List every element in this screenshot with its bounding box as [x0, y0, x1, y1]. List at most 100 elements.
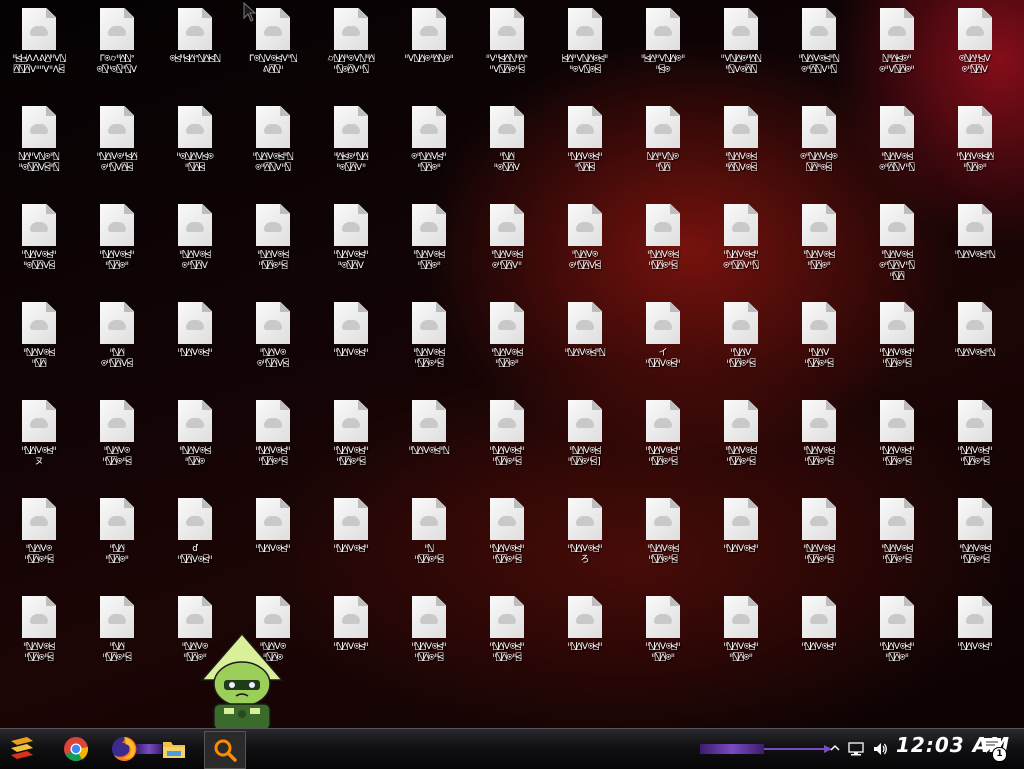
desktop-file-item[interactable]: ᐦ⍂⍓ᐯ⍟⍃ᐦ ᐦ⍂⍓⍟ᐦ: [624, 588, 702, 680]
desktop-file-item[interactable]: ᐦ⍂⍓ᐯ⍟ ⍟ᐦ⍂⍓ᐯ⍃: [546, 196, 624, 288]
desktop-file-item[interactable]: ᐦ⍂⍓ᐯ⍟⍃ᐦ ᐦ⍂⍓⍟ᐦ⍃: [234, 392, 312, 484]
desktop-file-item[interactable]: ᐦ⍂⍓ᐯ⍟⍃ ᐦ⍂⍓⍟ᐦ⍃: [0, 588, 78, 680]
desktop-file-item[interactable]: ᐦ⍂⍓ᐯ⍟⍃ ⍟ᐦ⍂⍓ᐯᐦ: [468, 196, 546, 288]
desktop-file-item[interactable]: ᐦ⍂⍓ᐯ⍟⍃ᐦ ᐦ⍂⍓⍟ᐦ⍃: [624, 392, 702, 484]
desktop-file-item[interactable]: ᐦ⍂⍓ᐯ⍟⍃ᐦ⍂: [936, 196, 1014, 288]
desktop-file-item[interactable]: ᐦ⍂⍓ᐯ⍟⍃ᐦ ⍟ᐦ⍂⍓ᐯᐦ⍂: [702, 196, 780, 288]
desktop-file-item[interactable]: ᐦ⍂⍓ᐯ⍟⍃ ⍟ᐦ⍓⍂ᐯᐦ⍂: [858, 98, 936, 190]
desktop-file-item[interactable]: ᐦ⍟⍂⍓ᐯ⍃⍟ ᐦ⍂⍓⍃: [156, 98, 234, 190]
desktop-file-item[interactable]: ᐦ⍂⍓ᐯ⍟⍃ᐦ ᐦ⍂⍓⍟ᐦ⍃: [936, 392, 1014, 484]
desktop-file-item[interactable]: ᐦ⍂⍓ᐯ⍟⍃ᐦ ᐦ⍂⍓⍟ᐦ⍃: [468, 588, 546, 680]
chrome-button[interactable]: [60, 733, 92, 765]
desktop-file-item[interactable]: ᐦ⍂⍓ᐯ⍟⍃ᐦ⍂ ⍟ᐦ⍓⍂ᐯᐦ⍂: [780, 0, 858, 92]
desktop-file-item[interactable]: ᐦ⍂⍓ ᐦ⍂⍓⍟ᐦ: [78, 490, 156, 582]
desktop-file-item[interactable]: ᐦ⍂⍓ᐯ⍟⍃ ᐦ⍂⍓⍟ᐦ⍃: [702, 392, 780, 484]
document-fold-corner: [982, 8, 992, 18]
desktop-file-item[interactable]: ᐦ⍂⍓ᐯ⍟⍃ᐦ: [702, 490, 780, 582]
desktop-file-item[interactable]: ᐦ⍂⍓ᐯ⍟⍃ᐦ ᐦ⍟⍂⍓ᐯ⍃: [0, 196, 78, 288]
desktop-file-item[interactable]: ᐦ⍂⍓ᐯ ᐦ⍂⍓⍟ᐦ⍃: [780, 294, 858, 386]
desktop-file-item[interactable]: ᐦ⍂⍓ᐯ⍟⍃ᐦ ᐦ⍟⍂⍓ᐯ: [312, 196, 390, 288]
desktop-file-item[interactable]: ᐦᐯ⍂⍓⍟ᐦ⍓⍂⍟ᐦ: [390, 0, 468, 92]
desktop-file-item[interactable]: ᐦ⍂⍓ᐯ⍟⍃⍓ ᐦ⍂⍓⍟ᐦ: [936, 98, 1014, 190]
desktop-file-item[interactable]: ᐦ⍂⍓ ᐦ⍂⍓⍟ᐦ⍃: [78, 588, 156, 680]
desktop-file-item[interactable]: ᐦ⍓⍃⍟ᐦ⍂⍓ ᐦ⍟⍂⍓ᐯᐦ: [312, 98, 390, 190]
desktop-file-item[interactable]: ᐦ⍂⍓ᐯ⍟⍃ᐦ ᐦ⍂⍓⍟ᐦ⍃: [312, 392, 390, 484]
desktop-file-item[interactable]: ᐦ⍂⍓ᐯ⍟⍃ᐦ ᐦ⍂⍓⍟ᐦ⍃: [390, 588, 468, 680]
desktop-file-item[interactable]: ᐦ⍂⍓ᐯ⍟⍃ᐦ ᐦ⍂⍓⍟ᐦ⍃: [468, 490, 546, 582]
desktop-file-item[interactable]: ᐦ⍂⍓ᐯ⍟⍃ᐦ ヌ: [0, 392, 78, 484]
desktop-file-item[interactable]: ᐦ⍂ ᐦ⍂⍓⍟ᐦ⍃: [390, 490, 468, 582]
desktop-file-item[interactable]: ᐦ⍃⍓ᐦᐯ⍂⍓⍟ᐦ ᐦ⍃⍟: [624, 0, 702, 92]
desktop-file-item[interactable]: ᐦ⍂⍓ᐯ⍟⍃ ᐦ⍂⍓⍟ᐦ: [780, 196, 858, 288]
network-icon[interactable]: [848, 741, 864, 757]
desktop-file-item[interactable]: ᐦ⍂⍓ᐯ⍟⍃ ᐦ⍂⍓⍟ᐦ⍃: [780, 490, 858, 582]
desktop-file-item[interactable]: ᐦ⍂⍓ᐯ⍟⍃ᐦ: [312, 294, 390, 386]
desktop-file-item[interactable]: ⍂⍓ᐦᐯ⍂⍟ ᐦ⍂⍓: [624, 98, 702, 190]
file-explorer-button[interactable]: [158, 733, 190, 765]
desktop-file-item[interactable]: ᒥ⍟⌭ᐦ⍓⍂ᐤ ⍟⍂ᐦ⍟⍂ᐦ⍂ᐯ: [78, 0, 156, 92]
desktop-file-item[interactable]: ⍟ᐦ⍂⍓ᐯ⍃ᐦ ᐦ⍂⍓⍟ᐦ: [390, 98, 468, 190]
desktop-file-item[interactable]: ᐦ⍂⍓ ᐦ⍟⍂⍓ᐯ: [468, 98, 546, 190]
desktop-file-item[interactable]: ᐦ⍂⍓ᐯ⍟⍃ᐦ ᐦ⍂⍓⍟ᐦ⍃: [858, 294, 936, 386]
desktop-file-item[interactable]: ᐦ⍂⍓ᐯ⍟⍃ᐦ ろ: [546, 490, 624, 582]
desktop-file-item[interactable]: ᐦ⍂⍓ᐯ⍟⍃ᐦ⍂: [390, 392, 468, 484]
desktop-file-item[interactable]: ᐦ⍂⍓ᐯ ᐦ⍂⍓⍟ᐦ⍃: [702, 294, 780, 386]
desktop-file-item[interactable]: ⍟⍂⍓ᐦ⍃ᐯ ⍟ᐦ⍂⍓ᐯ: [936, 0, 1014, 92]
desktop-file-item[interactable]: ᐦ⍂⍓ᐯ⍟⍃ᐦ: [234, 490, 312, 582]
desktop-file-item[interactable]: ᐦᐯ⍂⍓⍟ᐦ⍓⍂ ᐦ⍂ᐯ⍟⍓⍂: [702, 0, 780, 92]
desktop-file-item[interactable]: ď ᐦ⍂⍓ᐯ⍟⍃ᐦ: [156, 490, 234, 582]
desktop-file-item[interactable]: ⍂⍓ᐦᐯ⍂⍟ᐦ⍂ ᐦ⍟⍂⍓ᐯ⍃ᐦ⍂: [0, 98, 78, 190]
desktop-file-item[interactable]: ᐦ⍂⍓ᐯ⍟⍃ᐦ ᐦ⍂⍓⍟ᐦ⍃: [858, 392, 936, 484]
desktop-file-item[interactable]: ᐦ⍂⍓ᐯ⍟⍃ᐦ⍂: [936, 294, 1014, 386]
notification-center-button[interactable]: 1: [982, 737, 1007, 762]
desktop-file-item[interactable]: ᐦ⍂⍓ᐯ⍟⍃ ᐦ⍂⍓⍟ᐦ⍃]: [546, 392, 624, 484]
desktop-file-item[interactable]: ᐦ⍂⍓ᐯ⍟⍃ᐦ⍂: [546, 294, 624, 386]
start-button[interactable]: [6, 733, 38, 765]
desktop-file-item[interactable]: ⍟⍃ᐦ⍃⍓ᐤ⍂⍓⍃⍂: [156, 0, 234, 92]
desktop-file-item[interactable]: ⌭⍂⍓ᐦ⍟ᐯ⍂ᐦ⍓ ᐦ⍂⍟⍓ᐯᐦ⍂: [312, 0, 390, 92]
desktop-file-item[interactable]: ᐦ⍂⍓ᐯ⍟⍃ᐦ ᐦ⍂⍓⍟ᐦ: [78, 196, 156, 288]
desktop-file-item[interactable]: ᐦ⍂⍓ᐯ⍟⍃ ᐦ⍂⍓⍟ᐦ⍃: [936, 490, 1014, 582]
desktop-file-item[interactable]: ᐦ⍂⍓ ⍟ᐦ⍂⍓ᐯ⍃: [78, 294, 156, 386]
document-fold-corner: [748, 204, 758, 214]
desktop-file-item[interactable]: ᐦ⍂⍓ᐯ⍟⍃ ᐦ⍂⍓⍟ᐦ⍃: [390, 294, 468, 386]
desktop-file-item[interactable]: ⍃⍓ᐦᐯ⍂⍓⍟⍃ᐦ ᐦ⍟ᐯ⍂⍟⍃: [546, 0, 624, 92]
desktop-file-item[interactable]: ᐦ⍂⍓ᐯ⍟ᐦ⍃⍓ ⍟ᐦ⍂ᐯ⍓⍃: [78, 98, 156, 190]
desktop-file-item[interactable]: ᐦ⍂⍓ᐯ⍟⍃ ᐦ⍂⍓⍟: [156, 392, 234, 484]
desktop-file-item[interactable]: ᐦ⍂⍓ᐯ⍟⍃ ᐦ⍂⍓: [0, 294, 78, 386]
tray-overflow-chevron-icon[interactable]: [830, 743, 840, 753]
desktop-file-item[interactable]: ᐦ⍂⍓ᐯ⍟⍃ ᐦ⍂⍓⍟ᐦ⍃: [234, 196, 312, 288]
desktop-file-item[interactable]: ⍂ᐦ⍓⍃⍟ᐦ ⍟ᐦᐯ⍂⍓⍟ᐦ: [858, 0, 936, 92]
desktop-file-item[interactable]: ᐦ⍂⍓ᐯ⍟⍃ᐦ: [546, 588, 624, 680]
desktop-file-item[interactable]: ᐦ⍃⍈ᐰᐱᕕ⍓ᐦᐯ⍂ ⍓⍂⍓ᐯᐦᐦᐯᐦᐱ⍃: [0, 0, 78, 92]
volume-icon[interactable]: [872, 741, 888, 757]
desktop-file-item[interactable]: イ ᐦ⍂⍓ᐯ⍟⍃ᐦ: [624, 294, 702, 386]
desktop-file-item[interactable]: ᐦ⍂⍓ᐯ⍟⍃ᐦ: [312, 490, 390, 582]
desktop-file-item[interactable]: ⍟ᐦ⍂⍓ᐯ⍃⍟ ⍂⍓ᐦ⍟⍃: [780, 98, 858, 190]
document-fold-corner: [46, 498, 56, 508]
desktop-file-item[interactable]: ᐦ⍂⍓ᐯ⍟ ᐦ⍂⍓⍟ᐦ⍃: [78, 392, 156, 484]
desktop-file-item[interactable]: ᐦ⍂⍓ᐯ⍟⍃ ᐦ⍓⍂ᐯ⍟⍃: [702, 98, 780, 190]
desktop-file-item[interactable]: ᐦ⍂⍓ᐯ⍟⍃ ᐦ⍂⍓⍟ᐦ: [390, 196, 468, 288]
desktop-file-item[interactable]: ᐦ⍂⍓ᐯ⍟⍃ ᐦ⍂⍓⍟ᐦ⍃: [780, 392, 858, 484]
desktop-file-item[interactable]: ᐦ⍂⍓ᐯ⍟⍃ᐦ: [156, 294, 234, 386]
desktop-file-item[interactable]: ᐦ⍂⍓ᐯ⍟ ⍟ᐦ⍂⍓ᐯ⍃: [234, 294, 312, 386]
desktop-file-item[interactable]: ᐦ⍂⍓ᐯ⍟⍃ᐦ: [780, 588, 858, 680]
desktop-file-item[interactable]: ᐦ⍂⍓ᐯ⍟⍃ ᐦ⍂⍓⍟ᐦ⍃: [624, 490, 702, 582]
desktop-file-item[interactable]: ᐦ⍂⍓ᐯ⍟ ᐦ⍂⍓⍟ᐦ⍃: [0, 490, 78, 582]
search-button[interactable]: [204, 731, 246, 769]
desktop-file-item[interactable]: ᐦ⍂⍓ᐯ⍟⍃ᐦ ᐦ⍂⍓⍃: [546, 98, 624, 190]
desktop-file-item[interactable]: ᐦ⍂⍓ᐯ⍟⍃ᐦ: [936, 588, 1014, 680]
desktop-file-item[interactable]: ᐦ⍂⍓ᐯ⍟⍃ᐦ: [312, 588, 390, 680]
desktop-file-item[interactable]: ᐦ⍂⍓ᐯ⍟⍃ᐦ ᐦ⍂⍓⍟ᐦ: [702, 588, 780, 680]
desktop-file-item[interactable]: ᐦ⍂⍓ᐯ⍟⍃ ᐦ⍂⍓⍟ᐦ⍃: [858, 490, 936, 582]
desktop-file-item[interactable]: ᐦ⍂⍓ᐯ⍟⍃ ⍟ᐦ⍂⍓ᐯᐦ⍂ ᐦ⍂⍓: [858, 196, 936, 288]
desktop-file-item[interactable]: ᐦᐯᐦ⍃⍓⍂ᐦ⍓ᐤ ᐦᐯ⍂⍓⍟ᐦ⍃: [468, 0, 546, 92]
firefox-button[interactable]: [108, 733, 140, 765]
desktop-file-item[interactable]: ᐦ⍂⍓ᐯ⍟⍃ ᐦ⍂⍓⍟ᐦ: [468, 294, 546, 386]
desktop-file-item[interactable]: ᐦ⍂⍓ᐯ⍟⍃ᐦ ᐦ⍂⍓⍟ᐦ: [858, 588, 936, 680]
desktop-file-item[interactable]: ᐦ⍂⍓ᐯ⍟⍃ ⍟ᐦ⍂⍓ᐯ: [156, 196, 234, 288]
desktop-file-item[interactable]: ᐦ⍂⍓ᐯ⍟⍃ᐦ⍂ ⍟ᐦ⍓⍂ᐯᐦ⍂: [234, 98, 312, 190]
desktop-file-item[interactable]: ᐦ⍂⍓ᐯ⍟⍃ᐦ ᐦ⍂⍓⍟ᐦ⍃: [468, 392, 546, 484]
desktop-file-item[interactable]: ᐦ⍂⍓ᐯ⍟⍃ ᐦ⍂⍓⍟ᐦ⍃: [624, 196, 702, 288]
